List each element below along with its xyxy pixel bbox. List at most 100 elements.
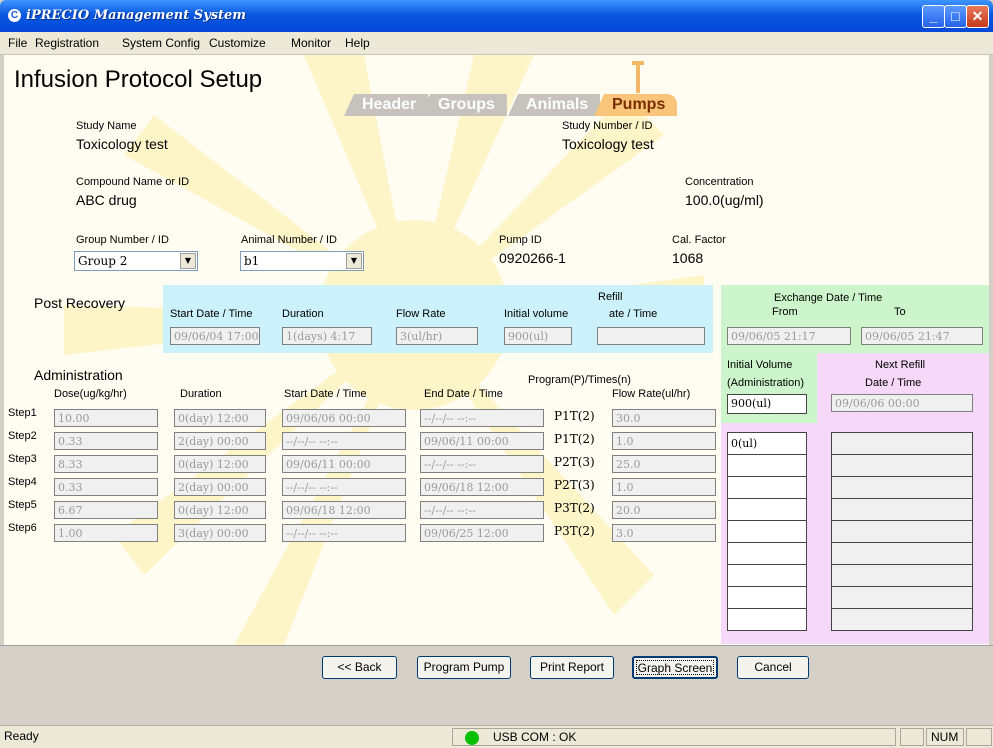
post-recovery-start-field[interactable]: 09/06/04 17:00: [170, 327, 260, 345]
volume-list-item[interactable]: [727, 454, 807, 477]
refill-list-item[interactable]: [831, 476, 973, 499]
print-report-button[interactable]: Print Report: [530, 656, 614, 679]
tab-animals[interactable]: Animals: [508, 94, 601, 116]
next-refill-label: Next Refill: [875, 359, 926, 371]
start-field[interactable]: 09/06/11 00:00: [282, 455, 406, 473]
post-recovery-duration-label: Duration: [282, 308, 324, 320]
end-field[interactable]: --/--/-- --:--: [420, 501, 544, 519]
tab-pumps[interactable]: Pumps: [594, 94, 678, 116]
menu-monitor[interactable]: Monitor: [291, 36, 331, 50]
dose-field[interactable]: 0.33: [54, 478, 158, 496]
start-header: Start Date / Time: [284, 388, 367, 400]
start-field[interactable]: 09/06/06 00:00: [282, 409, 406, 427]
refill-list-item[interactable]: [831, 608, 973, 631]
tab-groups[interactable]: Groups: [420, 94, 507, 116]
minimize-icon[interactable]: _: [922, 5, 945, 28]
num-lock-indicator: NUM: [926, 728, 964, 746]
dose-field[interactable]: 6.67: [54, 501, 158, 519]
initial-volume-field[interactable]: 900(ul): [727, 394, 807, 414]
duration-field[interactable]: 3(day) 00:00: [174, 524, 266, 542]
post-recovery-flow-field[interactable]: 3(ul/hr): [396, 327, 478, 345]
volume-list-item[interactable]: [727, 476, 807, 499]
post-recovery-flow-label: Flow Rate: [396, 308, 446, 320]
dose-field[interactable]: 1.00: [54, 524, 158, 542]
flow-field[interactable]: 1.0: [612, 432, 716, 450]
duration-field[interactable]: 2(day) 00:00: [174, 478, 266, 496]
refill-list-item[interactable]: [831, 564, 973, 587]
exchange-label: Exchange Date / Time: [774, 292, 883, 304]
step-label: Step4: [8, 476, 37, 488]
duration-field[interactable]: 0(day) 12:00: [174, 501, 266, 519]
end-field[interactable]: 09/06/25 12:00: [420, 524, 544, 542]
volume-list-item[interactable]: [727, 564, 807, 587]
exchange-to-field[interactable]: 09/06/05 21:47: [861, 327, 983, 345]
chevron-down-icon[interactable]: ▼: [346, 253, 362, 269]
menu-registration[interactable]: Registration: [35, 36, 99, 50]
cancel-button[interactable]: Cancel: [737, 656, 809, 679]
duration-header: Duration: [180, 388, 222, 400]
menu-help[interactable]: Help: [345, 36, 370, 50]
volume-list-item[interactable]: [727, 498, 807, 521]
duration-field[interactable]: 2(day) 00:00: [174, 432, 266, 450]
maximize-icon[interactable]: □: [944, 5, 967, 28]
volume-list-item[interactable]: [727, 542, 807, 565]
graph-screen-button[interactable]: Graph Screen: [632, 656, 718, 679]
refill-list-item[interactable]: [831, 542, 973, 565]
next-refill-field[interactable]: 09/06/06 00:00: [831, 394, 973, 412]
title-bar: C iPRECIO Management System _ □ ✕: [0, 0, 993, 32]
end-field[interactable]: --/--/-- --:--: [420, 455, 544, 473]
flow-field[interactable]: 1.0: [612, 478, 716, 496]
post-recovery-initvol-label: Initial volume: [504, 308, 569, 320]
dose-field[interactable]: 10.00: [54, 409, 158, 427]
menu-system-config[interactable]: System Config: [122, 36, 200, 50]
start-field[interactable]: --/--/-- --:--: [282, 432, 406, 450]
exchange-from-field[interactable]: 09/06/05 21:17: [727, 327, 851, 345]
dose-field[interactable]: 8.33: [54, 455, 158, 473]
end-field[interactable]: 09/06/18 12:00: [420, 478, 544, 496]
dose-field[interactable]: 0.33: [54, 432, 158, 450]
flow-field[interactable]: 20.0: [612, 501, 716, 519]
volume-list-item[interactable]: 0(ul): [727, 432, 807, 455]
refill-list-item[interactable]: [831, 454, 973, 477]
group-select-value: Group 2: [78, 254, 128, 268]
status-cell-blank: [900, 728, 924, 746]
volume-list-item[interactable]: [727, 586, 807, 609]
duration-field[interactable]: 0(day) 12:00: [174, 455, 266, 473]
post-recovery-refill-field[interactable]: [597, 327, 705, 345]
tab-header[interactable]: Header: [344, 94, 429, 116]
animal-select[interactable]: b1 ▼: [240, 251, 364, 271]
end-field[interactable]: --/--/-- --:--: [420, 409, 544, 427]
program-value: P3T(2): [554, 501, 595, 515]
chevron-down-icon[interactable]: ▼: [180, 253, 196, 269]
study-name-value: Toxicology test: [76, 136, 168, 152]
post-recovery-duration-field[interactable]: 1(days) 4:17: [282, 327, 372, 345]
volume-list-item[interactable]: [727, 520, 807, 543]
refill-list-item[interactable]: [831, 520, 973, 543]
start-field[interactable]: --/--/-- --:--: [282, 478, 406, 496]
duration-field[interactable]: 0(day) 12:00: [174, 409, 266, 427]
flow-field[interactable]: 30.0: [612, 409, 716, 427]
back-button[interactable]: << Back: [322, 656, 397, 679]
start-field[interactable]: 09/06/18 12:00: [282, 501, 406, 519]
end-field[interactable]: 09/06/11 00:00: [420, 432, 544, 450]
menu-file[interactable]: File: [8, 36, 27, 50]
post-recovery-initvol-field[interactable]: 900(ul): [504, 327, 572, 345]
post-recovery-refill-sublabel: ate / Time: [609, 308, 658, 320]
menu-customize[interactable]: Customize: [209, 36, 266, 50]
program-value: P2T(3): [554, 478, 595, 492]
group-select[interactable]: Group 2 ▼: [74, 251, 198, 271]
refill-list-item[interactable]: [831, 586, 973, 609]
refill-list-item[interactable]: [831, 432, 973, 455]
flow-field[interactable]: 3.0: [612, 524, 716, 542]
refill-list-item[interactable]: [831, 498, 973, 521]
initial-volume-label: Initial Volume: [727, 359, 793, 371]
study-name-label: Study Name: [76, 120, 137, 132]
program-pump-button[interactable]: Program Pump: [417, 656, 511, 679]
step-label: Step5: [8, 499, 37, 511]
start-field[interactable]: --/--/-- --:--: [282, 524, 406, 542]
flow-field[interactable]: 25.0: [612, 455, 716, 473]
close-icon[interactable]: ✕: [966, 5, 989, 28]
program-header: Program(P)/Times(n): [528, 374, 631, 386]
volume-list-item[interactable]: [727, 608, 807, 631]
step-label: Step3: [8, 453, 37, 465]
